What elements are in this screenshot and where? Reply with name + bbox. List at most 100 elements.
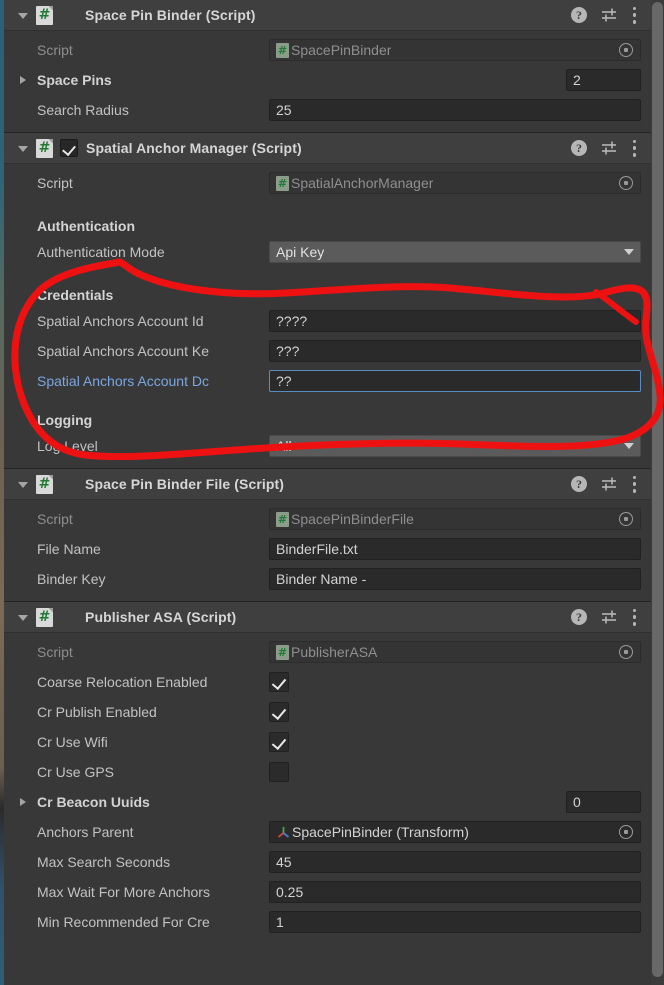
array-size-field[interactable]: 2 — [566, 69, 641, 91]
scrollbar-thumb[interactable] — [652, 2, 663, 977]
property-label[interactable]: Space Pins — [16, 72, 269, 88]
max-search-seconds-input[interactable]: 45 — [269, 851, 641, 873]
script-asset-icon: # — [276, 42, 289, 58]
script-object-field[interactable]: # PublisherASA — [269, 641, 641, 663]
binder-key-input[interactable]: Binder Name - — [269, 568, 641, 590]
kebab-menu-icon[interactable] — [632, 6, 637, 24]
account-id-input[interactable]: ???? — [269, 310, 641, 332]
property-label[interactable]: Cr Beacon Uuids — [16, 794, 269, 810]
min-recommended-for-create-input[interactable]: 1 — [269, 911, 641, 933]
property-label: Cr Use Wifi — [37, 734, 108, 750]
chevron-down-icon[interactable] — [18, 8, 32, 22]
chevron-down-icon[interactable] — [18, 477, 32, 491]
component-header[interactable]: # Publisher ASA (Script) ? — [4, 602, 651, 633]
property-label: Spatial Anchors Account Ke — [37, 343, 209, 359]
chevron-down-icon[interactable] — [18, 141, 32, 155]
file-name-input[interactable]: BinderFile.txt — [269, 538, 641, 560]
component-title: Space Pin Binder (Script) — [85, 7, 256, 23]
component-header[interactable]: # Spatial Anchor Manager (Script) ? — [4, 133, 651, 164]
help-icon[interactable]: ? — [571, 140, 587, 156]
search-radius-input[interactable]: 25 — [269, 99, 641, 121]
account-domain-input[interactable]: ?? — [269, 370, 641, 392]
script-object-field[interactable]: # SpatialAnchorManager — [269, 172, 641, 194]
script-icon: # — [36, 138, 53, 158]
property-label: Spatial Anchors Account Dc — [37, 373, 209, 389]
component-space-pin-binder: # Space Pin Binder (Script) ? Script # S… — [4, 0, 651, 132]
component-body: Script # SpacePinBinder Space Pins 2 Sea… — [4, 31, 651, 132]
object-picker-icon[interactable] — [618, 511, 634, 527]
property-row-max-wait-for-more-anchors: Max Wait For More Anchors 0.25 — [4, 877, 651, 907]
preset-sliders-icon[interactable] — [601, 476, 618, 492]
property-row-log-level: Log Level All — [4, 431, 651, 461]
property-row-account-id: Spatial Anchors Account Id ???? — [4, 306, 651, 336]
help-icon[interactable]: ? — [571, 7, 587, 23]
object-picker-icon[interactable] — [618, 175, 634, 191]
component-title: Spatial Anchor Manager (Script) — [86, 140, 302, 156]
inspector-content: # Space Pin Binder (Script) ? Script # S… — [4, 0, 651, 985]
preset-sliders-icon[interactable] — [601, 609, 618, 625]
preset-sliders-icon[interactable] — [601, 140, 618, 156]
cr-use-wifi-checkbox[interactable] — [269, 732, 289, 752]
property-label-text: Space Pins — [37, 72, 112, 88]
field-value: Api Key — [276, 244, 325, 260]
script-icon: # — [36, 607, 53, 627]
property-label: Authentication Mode — [37, 244, 165, 260]
array-size-field[interactable]: 0 — [566, 791, 641, 813]
field-value: 25 — [276, 102, 292, 118]
script-object-field[interactable]: # SpacePinBinder — [269, 39, 641, 61]
help-icon[interactable]: ? — [571, 476, 587, 492]
kebab-menu-icon[interactable] — [632, 475, 637, 493]
component-spatial-anchor-manager: # Spatial Anchor Manager (Script) ? Scri… — [4, 132, 651, 468]
object-picker-icon[interactable] — [618, 824, 634, 840]
anchors-parent-object-field[interactable]: SpacePinBinder (Transform) — [269, 821, 641, 843]
property-label: Script — [37, 42, 73, 58]
object-picker-icon[interactable] — [618, 644, 634, 660]
cr-publish-enabled-checkbox[interactable] — [269, 702, 289, 722]
field-value: 0 — [573, 794, 581, 810]
help-icon[interactable]: ? — [571, 609, 587, 625]
section-header-credentials: Credentials — [37, 287, 114, 303]
property-row-cr-beacon-uuids: Cr Beacon Uuids 0 — [4, 787, 651, 817]
property-label: Cr Publish Enabled — [37, 704, 157, 720]
field-value: 0.25 — [276, 884, 304, 900]
kebab-menu-icon[interactable] — [632, 608, 637, 626]
component-header-icons: ? — [571, 608, 643, 626]
account-key-input[interactable]: ??? — [269, 340, 641, 362]
kebab-menu-icon[interactable] — [632, 139, 637, 157]
authentication-mode-dropdown[interactable]: Api Key — [269, 241, 641, 263]
property-label: Binder Key — [37, 571, 106, 587]
preset-sliders-icon[interactable] — [601, 7, 618, 23]
property-row-anchors-parent: Anchors Parent SpacePinBinder (Transform… — [4, 817, 651, 847]
coarse-relocation-enabled-checkbox[interactable] — [269, 672, 289, 692]
property-row-min-recommended-for-create: Min Recommended For Cre 1 — [4, 907, 651, 937]
property-label: Cr Use GPS — [37, 764, 115, 780]
cr-use-gps-checkbox[interactable] — [269, 762, 289, 782]
component-enable-checkbox[interactable] — [60, 139, 78, 157]
script-asset-icon: # — [276, 644, 289, 660]
chevron-down-icon[interactable] — [18, 610, 32, 624]
property-row-cr-publish-enabled: Cr Publish Enabled — [4, 697, 651, 727]
field-value: SpatialAnchorManager — [291, 175, 434, 191]
property-label: File Name — [37, 541, 101, 557]
script-object-field[interactable]: # SpacePinBinderFile — [269, 508, 641, 530]
vertical-scrollbar[interactable] — [651, 0, 664, 985]
log-level-dropdown[interactable]: All — [269, 435, 641, 457]
component-header[interactable]: # Space Pin Binder File (Script) ? — [4, 469, 651, 500]
field-value: SpacePinBinderFile — [291, 511, 414, 527]
inspector-panel: # Space Pin Binder (Script) ? Script # S… — [0, 0, 664, 985]
component-header[interactable]: # Space Pin Binder (Script) ? — [4, 0, 651, 31]
property-row-script: Script # SpacePinBinder — [4, 35, 651, 65]
field-value: Binder Name - — [276, 571, 367, 587]
component-body: Script # SpacePinBinderFile File Name Bi… — [4, 500, 651, 601]
max-wait-for-more-anchors-input[interactable]: 0.25 — [269, 881, 641, 903]
property-label: Script — [37, 644, 73, 660]
property-label-text: Cr Beacon Uuids — [37, 794, 150, 810]
property-label: Script — [37, 175, 73, 191]
prefab-edge-indicator — [0, 0, 4, 985]
object-picker-icon[interactable] — [618, 42, 634, 58]
component-header-icons: ? — [571, 6, 643, 24]
property-label: Min Recommended For Cre — [37, 914, 210, 930]
component-body: Script # PublisherASA Coarse Relocation … — [4, 633, 651, 944]
